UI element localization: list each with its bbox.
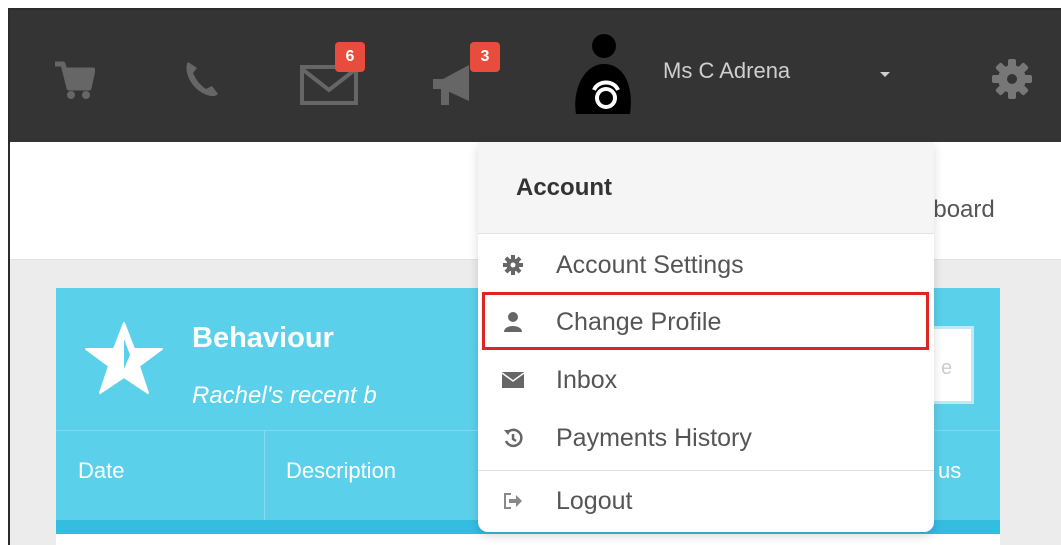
column-divider (264, 430, 265, 520)
menu-item-account-settings[interactable]: Account Settings (478, 236, 934, 294)
sign-out-icon (502, 490, 524, 512)
menu-item-logout[interactable]: Logout (478, 472, 934, 530)
user-name-menu[interactable]: Ms C Adrena (663, 58, 790, 84)
frame-border-top (8, 8, 1061, 10)
menu-item-label: Logout (556, 486, 633, 515)
star-icon (82, 318, 166, 398)
panel-subtitle: Rachel's recent b (192, 382, 377, 409)
menu-item-payments-history[interactable]: Payments History (478, 409, 934, 467)
phone-icon[interactable] (180, 56, 224, 102)
column-header-date[interactable]: Date (78, 458, 124, 484)
column-header-description[interactable]: Description (286, 458, 396, 484)
parent-child-avatar-icon[interactable] (568, 34, 638, 118)
panel-title: Behaviour (192, 322, 334, 354)
gear-icon (502, 254, 524, 276)
table-body (56, 534, 1000, 545)
gear-icon[interactable] (990, 56, 1034, 102)
announcements-count-badge: 3 (470, 42, 500, 72)
menu-divider (478, 470, 934, 471)
top-navbar (10, 10, 1061, 142)
menu-item-inbox[interactable]: Inbox (478, 351, 934, 409)
menu-item-label: Inbox (556, 365, 618, 394)
messages-count-badge: 6 (335, 42, 365, 72)
column-header-status[interactable]: us (938, 458, 961, 484)
history-icon (502, 427, 524, 449)
menu-item-label: Payments History (556, 423, 752, 452)
frame-border-left (8, 8, 10, 545)
highlight-box (482, 292, 929, 350)
menu-item-label: Account Settings (556, 250, 744, 279)
dropdown-header-title: Account (516, 174, 612, 201)
search-input[interactable]: e (930, 326, 974, 404)
envelope-icon (502, 369, 524, 391)
chevron-down-icon[interactable] (880, 72, 890, 77)
cart-icon[interactable] (52, 58, 96, 102)
